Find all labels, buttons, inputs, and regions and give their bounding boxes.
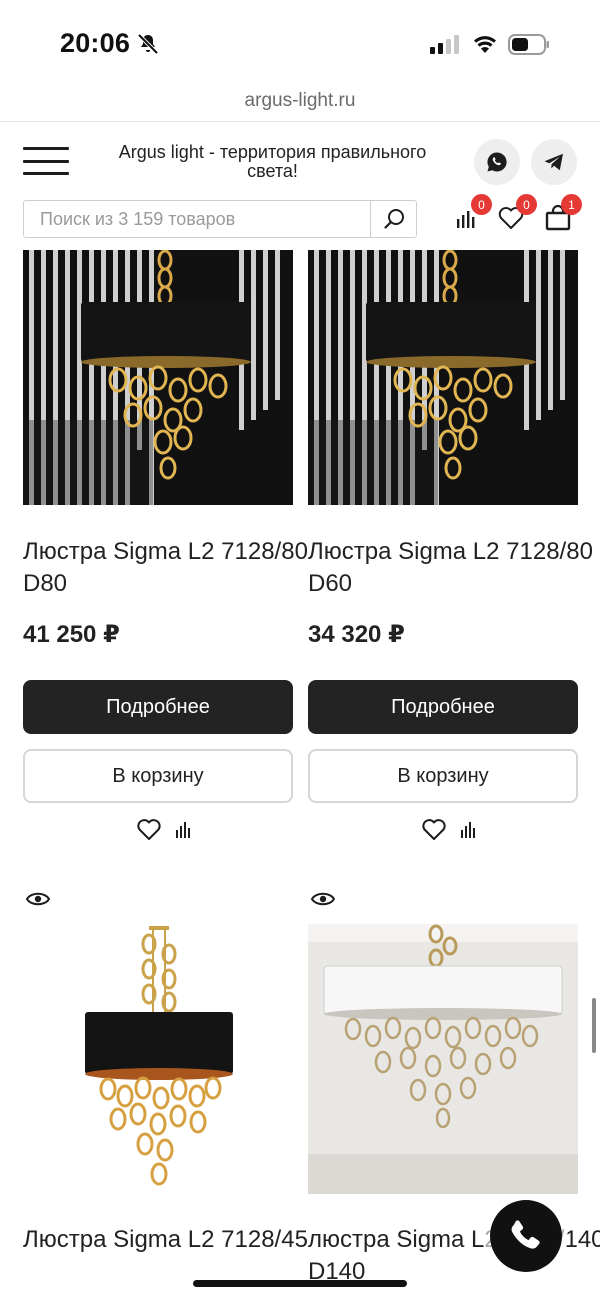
product-image[interactable] <box>23 250 293 505</box>
details-button[interactable]: Подробнее <box>308 680 578 734</box>
product-image[interactable] <box>308 924 578 1194</box>
search-input[interactable] <box>24 201 370 237</box>
details-button[interactable]: Подробнее <box>23 680 293 734</box>
whatsapp-icon <box>487 152 507 172</box>
search-box <box>23 200 417 238</box>
call-button[interactable] <box>490 1200 562 1272</box>
favorites-button[interactable]: 0 <box>497 194 537 232</box>
quick-view-eye-icon[interactable] <box>25 888 51 910</box>
product-title[interactable]: Люстра Sigma L2 7128/80 D60 <box>308 536 600 600</box>
home-indicator <box>193 1280 407 1287</box>
compare-count-badge: 0 <box>471 194 492 215</box>
compare-icon[interactable] <box>459 820 479 840</box>
browser-url[interactable]: argus-light.ru <box>0 90 600 112</box>
status-bar: 20:06 <box>0 0 600 88</box>
divider <box>0 121 600 122</box>
site-tagline: Argus light - территория правильного све… <box>118 142 427 181</box>
product-image[interactable] <box>23 924 293 1194</box>
product-price: 34 320 ₽ <box>308 621 405 648</box>
heart-icon[interactable] <box>421 818 447 842</box>
product-title[interactable]: Люстра Sigma L2 7128/45 <box>23 1224 323 1256</box>
menu-icon[interactable] <box>23 147 69 175</box>
bell-muted-icon <box>137 33 159 55</box>
add-to-cart-button[interactable]: В корзину <box>308 749 578 803</box>
whatsapp-button[interactable] <box>474 139 520 185</box>
status-time: 20:06 <box>60 28 131 58</box>
product-price: 41 250 ₽ <box>23 621 120 648</box>
cellular-signal-icon <box>430 34 459 54</box>
search-button[interactable] <box>370 201 416 237</box>
cart-count-badge: 1 <box>561 194 582 215</box>
battery-icon <box>508 34 549 55</box>
search-icon <box>383 209 404 229</box>
telegram-icon <box>544 153 563 171</box>
quick-view-eye-icon[interactable] <box>310 888 336 910</box>
phone-icon <box>511 1220 540 1249</box>
add-to-cart-button[interactable]: В корзину <box>23 749 293 803</box>
telegram-button[interactable] <box>531 139 577 185</box>
wifi-icon <box>474 36 496 53</box>
cart-button[interactable]: 1 <box>544 194 582 232</box>
compare-icon[interactable] <box>174 820 194 840</box>
heart-icon[interactable] <box>136 818 162 842</box>
favorites-count-badge: 0 <box>516 194 537 215</box>
compare-button[interactable]: 0 <box>455 194 492 230</box>
scrollbar[interactable] <box>592 998 596 1053</box>
product-title[interactable]: Люстра Sigma L2 7128/80 D80 <box>23 536 323 600</box>
product-image[interactable] <box>308 250 578 505</box>
